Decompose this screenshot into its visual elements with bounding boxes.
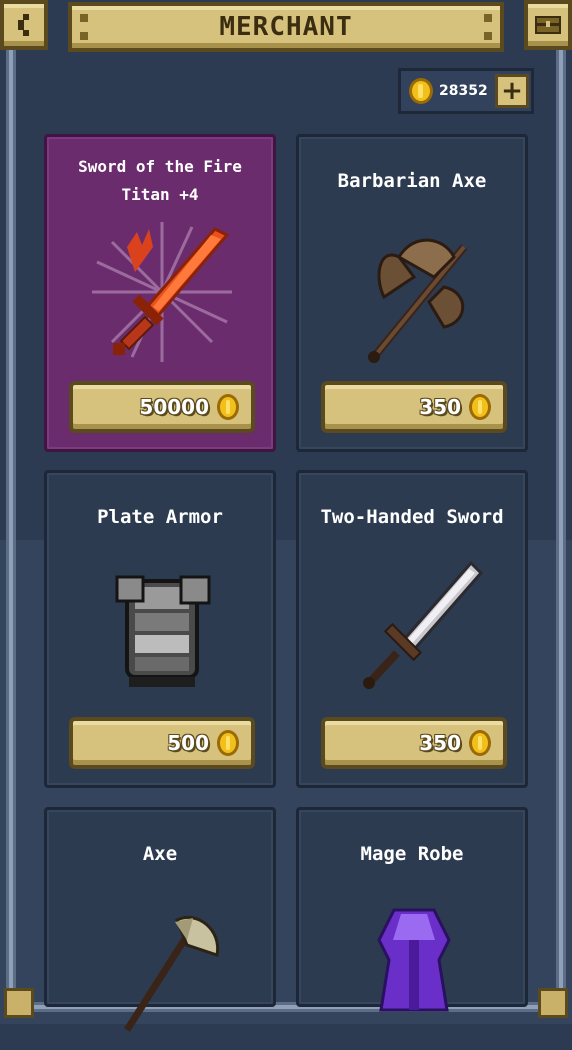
chest-icon	[535, 16, 561, 34]
chest-button[interactable]	[524, 0, 572, 50]
plus-icon: +	[501, 76, 523, 106]
coin-icon	[217, 394, 239, 420]
axe-icon	[124, 916, 220, 1032]
item-name: Plate Armor	[97, 506, 223, 528]
frame-corner-right	[538, 988, 568, 1018]
buy-button[interactable]: 350	[321, 381, 507, 433]
buy-button[interactable]: 350	[321, 717, 507, 769]
back-button[interactable]	[0, 0, 48, 50]
buy-button[interactable]: 500	[69, 717, 255, 769]
chevron-left-icon	[18, 14, 29, 36]
item-price: 500	[167, 731, 209, 755]
coin-icon	[409, 78, 433, 104]
mage-robe-icon	[377, 908, 451, 1012]
coin-icon	[217, 730, 239, 756]
item-name: Sword of the Fire Titan +4	[78, 157, 242, 204]
item-name: Axe	[142, 843, 178, 865]
item-name: Two-Handed Sword	[320, 506, 504, 528]
item-price: 350	[419, 395, 461, 419]
coin-balance: 28352 +	[398, 68, 534, 114]
plate-armor-icon	[115, 575, 211, 687]
item-card-axe[interactable]: Axe	[44, 807, 276, 1032]
coin-icon	[469, 730, 491, 756]
frame-right	[556, 40, 566, 1000]
page-title: MERCHANT	[219, 12, 353, 42]
item-name: Mage Robe	[360, 843, 464, 865]
add-coins-button[interactable]: +	[495, 74, 529, 108]
coin-count: 28352	[439, 83, 488, 99]
title-plate: MERCHANT	[68, 2, 504, 52]
fire-sword-icon	[92, 222, 232, 362]
buy-button[interactable]: 50000	[69, 381, 255, 433]
greatsword-icon	[363, 560, 484, 689]
item-card-mage-robe[interactable]: Mage Robe	[296, 807, 528, 1012]
item-card-two-handed-sword[interactable]: Two-Handed Sword 350	[296, 470, 528, 788]
item-card-barbarian-axe[interactable]: Barbarian Axe 350	[296, 134, 528, 452]
item-card-plate-armor[interactable]: Plate Armor 500	[44, 470, 276, 788]
coin-icon	[469, 394, 491, 420]
frame-corner-left	[4, 988, 34, 1018]
item-name: Barbarian Axe	[337, 170, 487, 192]
battle-axe-icon	[368, 238, 468, 363]
item-card-sword-of-the-fire-titan[interactable]: Sword of the Fire Titan +4 50000	[44, 134, 276, 452]
frame-left	[6, 40, 16, 1000]
item-price: 350	[419, 731, 461, 755]
item-price: 50000	[139, 395, 209, 419]
